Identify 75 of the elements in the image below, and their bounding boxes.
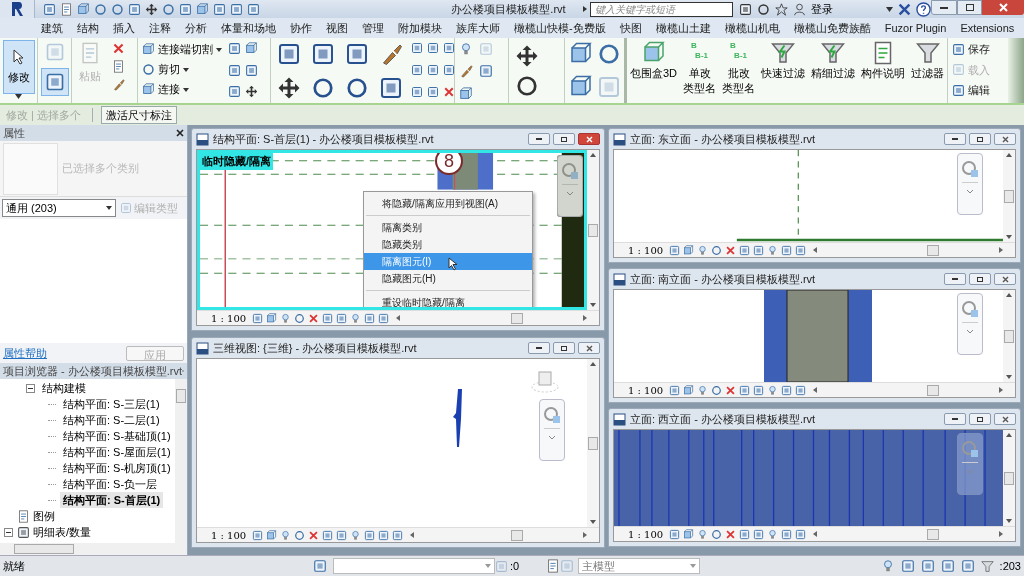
geometry-button[interactable]: 剪切	[142, 61, 226, 78]
activate-dimensions-button[interactable]: 激活尺寸标注	[101, 106, 177, 124]
ribbon-tab[interactable]: 附加模块	[391, 18, 449, 38]
window-title: 办公楼项目模板模型.rvt	[451, 1, 567, 17]
menu-item[interactable]: 将隐藏/隔离应用到视图(A)	[364, 195, 532, 212]
tree-item[interactable]: 结构平面: S-基础顶(1)	[60, 427, 174, 445]
ribbon-tab[interactable]: 橄榄山土建	[648, 18, 718, 38]
plugin-tool-button[interactable]: B B-1 单改 类型名	[680, 38, 720, 103]
icon-text: B	[691, 41, 697, 51]
view-title: 结构平面: S-首层(1) - 办公楼项目模板模型.rvt	[213, 131, 434, 147]
tree-item[interactable]: 结构平面: S-负一层	[60, 475, 161, 493]
view-title: 立面: 南立面 - 办公楼项目模板模型.rvt	[630, 271, 816, 287]
status-message: 就绪	[3, 558, 26, 574]
tree-item[interactable]: 明细表/数量	[30, 523, 95, 541]
scale-label[interactable]: 1 : 100	[211, 527, 249, 543]
ribbon-tab[interactable]: 协作	[283, 18, 319, 38]
icon-text: B	[730, 41, 736, 51]
modify-button[interactable]: 修改	[2, 40, 35, 94]
ribbon-tab[interactable]: 族库大师	[449, 18, 507, 38]
scale-label[interactable]: 1 : 100	[628, 382, 666, 398]
sign-in-link[interactable]: 登录	[811, 0, 881, 18]
tree-item[interactable]: 结构平面: S-机房顶(1)	[60, 459, 174, 477]
view-title: 立面: 西立面 - 办公楼项目模板模型.rvt	[630, 411, 816, 427]
ribbon-tab[interactable]: 橄榄山快模-免费版	[507, 18, 613, 38]
ribbon-tab[interactable]: 插入	[106, 18, 142, 38]
scale-label[interactable]: 1 : 100	[628, 526, 666, 542]
geometry-button[interactable]: 连接	[142, 81, 226, 98]
tree-item[interactable]: 图例	[30, 507, 58, 525]
tree-item[interactable]: 结构平面: S-三层(1)	[60, 395, 163, 413]
tree-item[interactable]: 结构平面: S-首层(1)	[60, 491, 164, 509]
ribbon-tab[interactable]: 快图	[612, 18, 649, 38]
plugin-tool-button[interactable]: 快速过滤	[758, 38, 809, 103]
search-field[interactable]: 键入关键字或短语	[590, 1, 733, 17]
plugin-tool-button[interactable]: B B-1 批改 类型名	[719, 38, 759, 103]
plugin-tool-button[interactable]: 构件说明	[858, 38, 909, 103]
context-label: 修改 | 选择多个	[6, 107, 82, 123]
tree-item[interactable]: 结构平面: S-屋面层(1)	[60, 443, 174, 461]
geometry-button[interactable]: 连接端切割	[142, 41, 226, 58]
icon-text: B-1	[733, 51, 747, 61]
ribbon-tab[interactable]: 管理	[355, 18, 391, 38]
ribbon-tab[interactable]: Extensions	[953, 18, 1022, 38]
ribbon-tab[interactable]: 结构	[70, 18, 106, 38]
scale-label[interactable]: 1 : 100	[211, 310, 249, 326]
view-title: 三维视图: {三维} - 办公楼项目模板模型.rvt	[213, 340, 417, 356]
design-option-dropdown[interactable]: 主模型	[578, 558, 700, 574]
panel-title: 项目浏览器 - 办公楼项目模板模型.rvt	[3, 363, 183, 379]
selection-button[interactable]: 编辑	[952, 82, 1009, 99]
ribbon-tab[interactable]: 注释	[142, 18, 178, 38]
ribbon-tab[interactable]: 分析	[178, 18, 214, 38]
grid-bubble: 8	[435, 153, 463, 175]
ribbon-tab[interactable]: 橄榄山机电	[717, 18, 787, 38]
selected-count: :203	[999, 558, 1021, 574]
menu-item[interactable]: 隔离类别	[364, 219, 532, 236]
temporary-isolate-label: 临时隐藏/隔离	[200, 153, 274, 170]
menu-item[interactable]: 隐藏图元(H)	[364, 270, 532, 287]
plugin-tool-button[interactable]: 过滤器	[908, 38, 948, 103]
ribbon-tab[interactable]: 体量和场地	[214, 18, 283, 38]
plugin-tool-button[interactable]: 精细过滤	[808, 38, 859, 103]
icon-text: B-1	[694, 51, 708, 61]
instance-filter-dropdown[interactable]: 通用 (203)	[2, 199, 116, 217]
ribbon-tab[interactable]: 建筑	[34, 18, 70, 38]
tree-item[interactable]: 结构平面: S-二层(1)	[60, 411, 163, 429]
panel-title: 属性	[3, 125, 25, 141]
tree-item[interactable]: 结构建模	[39, 379, 89, 397]
help-link[interactable]: 属性帮助	[3, 344, 47, 362]
scale-label[interactable]: 1 : 100	[628, 242, 666, 258]
filter-count: :0	[510, 558, 521, 574]
ribbon-tab[interactable]: 橄榄山免费族酷	[786, 18, 878, 38]
ribbon-tab[interactable]: 视图	[319, 18, 355, 38]
selection-button[interactable]: 保存	[952, 41, 1009, 58]
menu-item[interactable]: 隐藏类别	[364, 236, 532, 253]
ribbon-tab[interactable]: Fuzor Plugin	[877, 18, 954, 38]
menu-item[interactable]: 重设临时隐藏/隔离	[364, 294, 532, 307]
plugin-tool-button[interactable]: 包围盒3D	[627, 38, 681, 103]
view-title: 立面: 东立面 - 办公楼项目模板模型.rvt	[630, 131, 816, 147]
